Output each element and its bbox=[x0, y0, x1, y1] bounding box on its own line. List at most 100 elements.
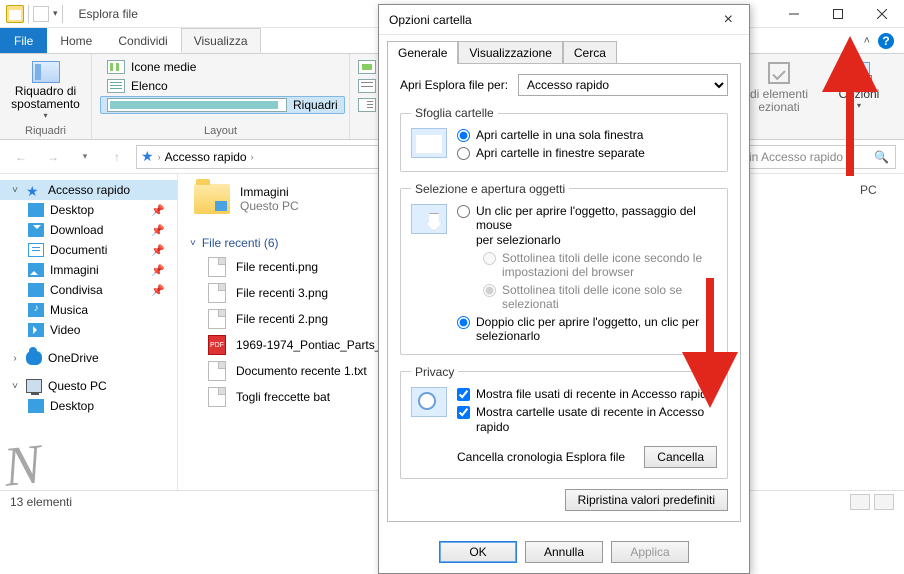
dialog-close-button[interactable]: × bbox=[718, 11, 739, 29]
dialog-titlebar[interactable]: Opzioni cartella × bbox=[379, 5, 749, 35]
dialog-tab-view[interactable]: Visualizzazione bbox=[458, 41, 563, 64]
restore-defaults-button[interactable]: Ripristina valori predefiniti bbox=[565, 489, 728, 511]
help-icon[interactable]: ? bbox=[878, 33, 894, 49]
pin-icon: 📌 bbox=[151, 244, 171, 257]
file-tab[interactable]: File bbox=[0, 28, 47, 53]
browse-folders-group: Sfoglia cartelle Apri cartelle in una so… bbox=[400, 106, 728, 172]
dialog-tab-general[interactable]: Generale bbox=[387, 41, 458, 64]
apply-button[interactable]: Applica bbox=[611, 541, 689, 563]
nav-item-musica[interactable]: Musica bbox=[0, 300, 177, 320]
chevron-down-icon: ▾ bbox=[43, 111, 47, 120]
expand-icon[interactable]: ˅ bbox=[10, 381, 20, 392]
qat-btn[interactable] bbox=[33, 6, 49, 22]
back-button[interactable]: ← bbox=[8, 144, 34, 170]
maximize-button[interactable] bbox=[816, 0, 860, 28]
clear-history-label: Cancella cronologia Esplora file bbox=[457, 450, 636, 464]
nav-item-immagini[interactable]: Immagini📌 bbox=[0, 260, 177, 280]
quick-access-star-icon: ★ bbox=[141, 148, 154, 165]
forward-button[interactable]: → bbox=[40, 144, 66, 170]
star-icon bbox=[26, 183, 42, 197]
cancel-button[interactable]: Annulla bbox=[525, 541, 603, 563]
radio-double-click[interactable]: Doppio clic per aprire l'oggetto, un cli… bbox=[457, 315, 717, 344]
nav-pc-desktop[interactable]: Desktop bbox=[0, 396, 177, 416]
nav-item-desktop[interactable]: Desktop📌 bbox=[0, 200, 177, 220]
history-dropdown-icon[interactable]: ▾ bbox=[72, 144, 98, 170]
minimize-button[interactable] bbox=[772, 0, 816, 28]
layout-medium-icons[interactable]: Icone medie bbox=[100, 58, 345, 76]
click-behavior-group: Selezione e apertura oggetti Un clic per… bbox=[400, 182, 728, 355]
layout-list[interactable]: Elenco bbox=[100, 77, 345, 95]
dialog-tab-search[interactable]: Cerca bbox=[563, 41, 617, 64]
expand-icon[interactable]: ˅ bbox=[10, 185, 20, 196]
expand-icon[interactable]: › bbox=[10, 353, 20, 364]
options-button[interactable]: Opzioni ▾ bbox=[824, 58, 894, 137]
partial-label: PC bbox=[860, 180, 904, 200]
hide-selected-button: di elementiezionati bbox=[744, 58, 814, 137]
img-icon bbox=[28, 263, 44, 277]
search-input[interactable]: ca in Accesso rapido 🔍 bbox=[726, 145, 896, 169]
nav-onedrive[interactable]: › OneDrive bbox=[0, 348, 177, 368]
open-explorer-label: Apri Esplora file per: bbox=[400, 78, 508, 92]
ok-button[interactable]: OK bbox=[439, 541, 517, 563]
pc-icon bbox=[26, 379, 42, 393]
desktop-icon bbox=[28, 399, 44, 413]
status-view-details-icon[interactable] bbox=[850, 494, 870, 510]
file-icon bbox=[208, 361, 226, 381]
open-explorer-select[interactable]: Accesso rapido bbox=[518, 74, 728, 96]
tab-share[interactable]: Condividi bbox=[105, 28, 180, 53]
collapse-ribbon-icon[interactable]: ˄ bbox=[864, 35, 870, 47]
qat-dropdown-icon[interactable]: ▾ bbox=[53, 8, 58, 19]
checkbox-recent-folders[interactable]: Mostra cartelle usate di recente in Acce… bbox=[457, 405, 717, 434]
radio-single-click[interactable]: Un clic per aprire l'oggetto, passaggio … bbox=[457, 204, 717, 247]
radio-underline-browser: Sottolinea titoli delle icone secondo le… bbox=[457, 251, 717, 279]
dialog-title: Opzioni cartella bbox=[389, 13, 472, 27]
privacy-group: Privacy Mostra file usati di recente in … bbox=[400, 365, 728, 479]
file-icon bbox=[208, 335, 226, 355]
item-count: 13 elementi bbox=[10, 495, 72, 509]
nav-item-video[interactable]: Video bbox=[0, 320, 177, 340]
nav-this-pc[interactable]: ˅ Questo PC bbox=[0, 376, 177, 396]
desk-icon bbox=[28, 203, 44, 217]
nav-item-condivisa[interactable]: Condivisa📌 bbox=[0, 280, 177, 300]
window-title: Esplora file bbox=[69, 7, 148, 21]
nav-quick-access[interactable]: ˅ Accesso rapido bbox=[0, 180, 177, 200]
tile-immagini[interactable]: ImmaginiQuesto PC bbox=[190, 180, 370, 218]
group-label-panes: Riquadri bbox=[8, 123, 83, 137]
nav-item-download[interactable]: Download📌 bbox=[0, 220, 177, 240]
search-icon: 🔍 bbox=[874, 150, 889, 164]
radio-new-window[interactable]: Apri cartelle in finestre separate bbox=[457, 146, 717, 160]
quick-access-toolbar: ▾ bbox=[0, 5, 69, 23]
file-icon bbox=[208, 283, 226, 303]
browse-folders-icon bbox=[411, 128, 447, 158]
pin-icon: 📌 bbox=[151, 224, 171, 237]
dl-icon bbox=[28, 223, 44, 237]
up-button[interactable]: ↑ bbox=[104, 144, 130, 170]
layout-tiles[interactable]: Riquadri bbox=[100, 96, 345, 114]
tab-home[interactable]: Home bbox=[47, 28, 105, 53]
folder-icon bbox=[6, 5, 24, 23]
onedrive-icon bbox=[26, 351, 42, 365]
tab-view[interactable]: Visualizza bbox=[181, 28, 261, 53]
breadcrumb-item[interactable]: Accesso rapido bbox=[165, 150, 247, 164]
checkbox-recent-files[interactable]: Mostra file usati di recente in Accesso … bbox=[457, 387, 717, 401]
close-button[interactable] bbox=[860, 0, 904, 28]
file-icon bbox=[208, 257, 226, 277]
radio-same-window[interactable]: Apri cartelle in una sola finestra bbox=[457, 128, 717, 142]
folder-options-dialog: Opzioni cartella × Generale Visualizzazi… bbox=[378, 4, 750, 574]
privacy-icon bbox=[411, 387, 447, 417]
chevron-right-icon[interactable]: › bbox=[251, 152, 254, 162]
collapse-icon[interactable]: ˅ bbox=[190, 238, 196, 249]
options-icon bbox=[848, 62, 870, 84]
nav-item-documenti[interactable]: Documenti📌 bbox=[0, 240, 177, 260]
folder-icon bbox=[194, 184, 230, 214]
mus-icon bbox=[28, 303, 44, 317]
chevron-down-icon[interactable]: ▾ bbox=[857, 101, 861, 110]
pin-icon: 📌 bbox=[151, 204, 171, 217]
navigation-pane-icon bbox=[32, 61, 60, 83]
clear-history-button[interactable]: Cancella bbox=[644, 446, 717, 468]
navigation-pane-button[interactable]: Riquadro di spostamento ▾ bbox=[8, 58, 83, 123]
status-view-tiles-icon[interactable] bbox=[874, 494, 894, 510]
chevron-right-icon: › bbox=[158, 152, 161, 162]
group-label-layout: Layout bbox=[100, 123, 341, 137]
file-icon bbox=[208, 309, 226, 329]
